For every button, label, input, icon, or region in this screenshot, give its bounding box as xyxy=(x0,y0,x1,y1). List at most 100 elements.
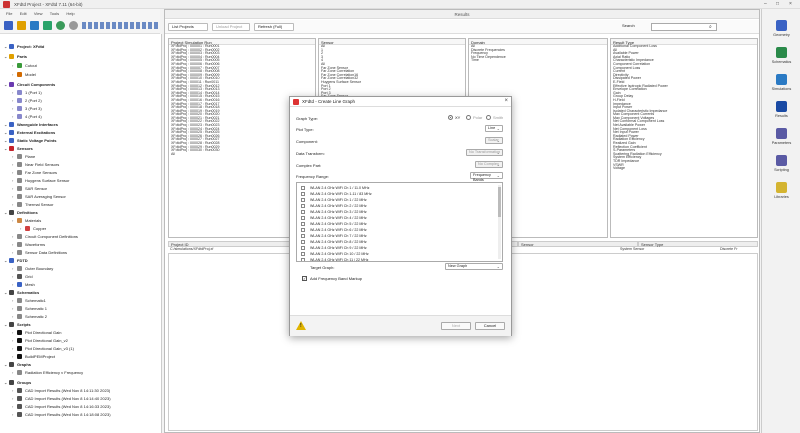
tree-item[interactable]: › Mesh xyxy=(12,280,35,288)
search-icon[interactable]: ⌕ xyxy=(709,24,712,30)
tree-item[interactable]: › 1 (Port 1) xyxy=(12,88,42,96)
tree-item[interactable]: › 2 (Port 2) xyxy=(12,96,42,104)
menu-file[interactable]: File xyxy=(6,11,12,16)
list-item[interactable]: Time xyxy=(469,59,607,63)
graph-type-xy-radio[interactable]: XY xyxy=(448,115,460,120)
tree-item[interactable]: ⌄ Circuit Components xyxy=(4,80,55,88)
tree-item[interactable]: ⌄ Parts xyxy=(4,52,27,60)
tree-item[interactable]: › Cutout xyxy=(12,61,37,69)
dialog-close-icon[interactable]: × xyxy=(504,98,508,104)
tree-item[interactable]: › CAD Import Results (Wed Nov 8 14:14:40 … xyxy=(12,394,111,402)
tree-item[interactable]: › Huygens Surface Sensor xyxy=(12,176,69,184)
cancel-button[interactable]: Cancel xyxy=(475,322,505,330)
tree-item[interactable]: › Plot Directional Gain xyxy=(12,328,61,336)
tree-item[interactable]: › Plot Directional Gain_v3 (1) xyxy=(12,344,74,352)
tree-item[interactable]: › Near Field Sensors xyxy=(12,160,59,168)
tree-item[interactable]: › 3 (Port 3) xyxy=(12,104,42,112)
band-checkbox[interactable] xyxy=(301,222,305,227)
graph-type-smith-radio[interactable]: Smith xyxy=(486,115,503,120)
tree-item[interactable]: › Materials xyxy=(12,216,41,224)
menu-edit[interactable]: Edit xyxy=(20,11,27,16)
tree-item[interactable]: › Schematic 1 xyxy=(12,304,47,312)
component-select[interactable]: Scalar ⌄ xyxy=(485,137,503,144)
menu-tools[interactable]: Tools xyxy=(50,11,59,16)
band-checkbox[interactable] xyxy=(301,252,305,257)
tree-item[interactable]: › CAD Import Results (Wed Nov 8 14:18:08 … xyxy=(12,410,111,418)
close-icon[interactable]: × xyxy=(789,1,792,7)
data-transform-select[interactable]: No Transformation ⌄ xyxy=(466,149,503,156)
tree-item[interactable]: ⌄ Static Voltage Points xyxy=(4,136,57,144)
plot-type-select[interactable]: Line ⌄ xyxy=(485,125,503,132)
tree-item[interactable]: › Schematic 2 xyxy=(12,312,47,320)
minimize-icon[interactable]: – xyxy=(764,1,767,7)
band-checkbox[interactable] xyxy=(301,216,305,221)
nav-results[interactable]: Results xyxy=(766,100,797,122)
nav-geometry[interactable]: Geometry xyxy=(766,19,797,41)
tool-strip[interactable] xyxy=(82,22,158,29)
tree-item[interactable]: ⌄ Waveguide Interfaces xyxy=(4,120,58,128)
maximize-icon[interactable]: □ xyxy=(776,1,779,7)
save-icon[interactable] xyxy=(30,21,39,30)
tree-item[interactable]: › Plane xyxy=(12,152,35,160)
tree-item[interactable]: ⌄ Project: XFdtd xyxy=(4,42,44,50)
tree-item[interactable]: ⌄ Schematics xyxy=(4,288,39,296)
band-checkbox[interactable] xyxy=(301,192,305,197)
tree-item[interactable]: ⌄ External Excitations xyxy=(4,128,55,136)
tree-item[interactable]: ⌄ FDTD xyxy=(4,256,28,264)
frequency-range-select[interactable]: Frequency Bands ⌄ xyxy=(470,172,503,182)
frequency-band-list[interactable]: WLAN 2.4 GHz WiFi Ch 1 / 11.0 MHz WLAN 2.… xyxy=(296,182,503,262)
band-checkbox[interactable] xyxy=(301,246,305,251)
redo-icon[interactable] xyxy=(69,21,78,30)
pane-result-type[interactable]: Result Type Additional Component Loss All A… xyxy=(610,38,758,238)
tree-item[interactable]: ⌄ Groups xyxy=(4,378,31,386)
tree-item[interactable]: › Outer Boundary xyxy=(12,264,53,272)
search-input[interactable] xyxy=(651,23,717,31)
band-checkbox[interactable] xyxy=(301,258,305,261)
complex-part-select[interactable]: No Complex ⌄ xyxy=(475,161,503,168)
next-button[interactable]: Next xyxy=(441,322,471,330)
undo-icon[interactable] xyxy=(56,21,65,30)
tree-item[interactable]: ⌄ Scripts xyxy=(4,320,31,328)
band-checkbox[interactable] xyxy=(301,228,305,233)
nav-schematics[interactable]: Schematics xyxy=(766,46,797,68)
refresh-button[interactable]: Refresh (Full) xyxy=(254,23,294,31)
nav-libraries[interactable]: Libraries xyxy=(766,181,797,203)
menu-view[interactable]: View xyxy=(34,11,43,16)
tree-item[interactable]: › Schematic1 xyxy=(12,296,46,304)
nav-scripting[interactable]: Scripting xyxy=(766,154,797,176)
graph-type-polar-radio[interactable]: Polar xyxy=(466,115,482,120)
unload-project-button[interactable]: Unload Project xyxy=(212,23,250,31)
nav-simulations[interactable]: Simulations xyxy=(766,73,797,95)
open-icon[interactable] xyxy=(17,21,26,30)
tree-item[interactable]: › CAD Import Results (Wed Nov 8 14:16:33 … xyxy=(12,402,111,410)
column-sensor-type[interactable]: Sensor Type xyxy=(638,241,758,247)
target-graph-select[interactable]: New Graph ⌄ xyxy=(445,263,503,270)
tree-item[interactable]: ⌄ Definitions xyxy=(4,208,38,216)
tree-item[interactable]: › BuildPEMProject xyxy=(12,352,55,360)
tree-item[interactable]: › Radiation Efficiency v Frequency xyxy=(12,368,83,376)
tree-item[interactable]: › SAR Averaging Sensor xyxy=(12,192,66,200)
tree-item[interactable]: › Sensor Data Definitions xyxy=(12,248,67,256)
tree-item[interactable]: › Copper xyxy=(20,224,46,232)
tree-item[interactable]: ⌄ Graphs xyxy=(4,360,31,368)
tree-item[interactable]: › 4 (Port 4) xyxy=(12,112,42,120)
tree-item[interactable]: › Grid xyxy=(12,272,33,280)
tree-item[interactable]: › CAD Import Results (Wed Nov 8 14:11:30 … xyxy=(12,386,110,394)
tree-item[interactable]: › Circuit Component Definitions xyxy=(12,232,78,240)
tree-item[interactable]: › SAR Sensor xyxy=(12,184,47,192)
scrollbar-thumb[interactable] xyxy=(498,187,501,217)
band-checkbox[interactable] xyxy=(301,186,305,191)
new-icon[interactable] xyxy=(4,21,13,30)
band-list-scrollbar[interactable] xyxy=(498,185,501,259)
band-checkbox[interactable] xyxy=(301,234,305,239)
tree-item[interactable]: › Far Zone Sensors xyxy=(12,168,57,176)
tree-item[interactable]: › Thermal Sensor xyxy=(12,200,53,208)
tree-item[interactable]: › Model xyxy=(12,70,36,78)
band-checkbox[interactable] xyxy=(301,204,305,209)
list-item[interactable]: Voltage xyxy=(611,167,757,171)
tree-item[interactable]: ⌄ Sensors xyxy=(4,144,33,152)
menu-help[interactable]: Help xyxy=(66,11,74,16)
import-icon[interactable] xyxy=(43,21,52,30)
band-item[interactable]: WLAN 2.4 GHz WiFi Ch 11 / 22 MHz xyxy=(301,257,368,261)
band-checkbox[interactable] xyxy=(301,210,305,215)
